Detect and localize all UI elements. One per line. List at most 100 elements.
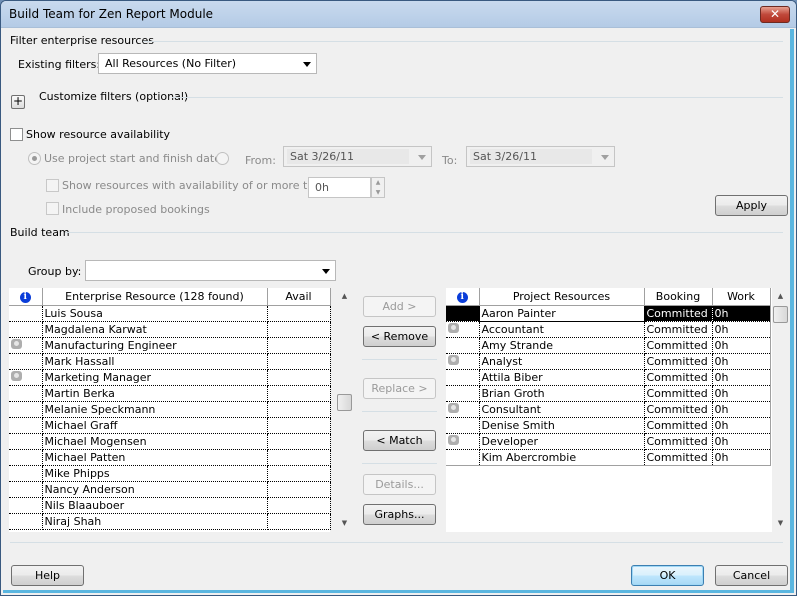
project-resource-row[interactable]: Developer Committed 0h (446, 433, 771, 450)
project-resources-column-header[interactable]: Project Resources (479, 288, 645, 306)
booking-cell[interactable]: Committed (644, 401, 713, 418)
resource-name-cell[interactable]: Mike Phipps (42, 465, 268, 482)
scroll-down-icon[interactable]: ▼ (336, 515, 353, 532)
resource-name-cell[interactable]: Consultant (479, 401, 645, 418)
resource-name-cell[interactable]: Analyst (479, 353, 645, 370)
avail-column-header[interactable]: Avail (267, 288, 331, 306)
remove-button[interactable]: < Remove (363, 326, 436, 347)
scroll-up-icon[interactable]: ▲ (772, 288, 789, 305)
enterprise-resource-row[interactable]: Marketing Manager (9, 369, 331, 386)
resource-name-cell[interactable]: Martin Berka (42, 385, 268, 402)
resource-name-cell[interactable]: Michael Patten (42, 449, 268, 466)
project-resource-row[interactable]: Attila Biber Committed 0h (446, 369, 771, 386)
project-resource-row[interactable]: Denise Smith Committed 0h (446, 417, 771, 434)
apply-button[interactable]: Apply (715, 195, 788, 216)
booking-cell[interactable]: Committed (644, 449, 713, 466)
build-team-dialog: Build Team for Zen Report Module ✕ Filte… (0, 0, 797, 596)
resource-name-cell[interactable]: Manufacturing Engineer (42, 337, 268, 354)
enterprise-resource-row[interactable]: Magdalena Karwat (9, 321, 331, 338)
help-button[interactable]: Help (11, 565, 84, 586)
booking-column-header[interactable]: Booking (644, 288, 713, 306)
project-resource-row[interactable]: Consultant Committed 0h (446, 401, 771, 418)
enterprise-resource-row[interactable]: Martin Berka (9, 385, 331, 402)
enterprise-resource-row[interactable]: Nancy Anderson (9, 481, 331, 498)
customize-filters-expand-button[interactable]: + (11, 95, 25, 109)
resource-name-cell[interactable]: Michael Mogensen (42, 433, 268, 450)
resource-name-cell[interactable]: Brian Groth (479, 385, 645, 402)
from-date-dropdown[interactable]: Sat 3/26/11 (283, 146, 432, 167)
resource-name-cell[interactable]: Marketing Manager (42, 369, 268, 386)
project-grid-scrollbar[interactable]: ▲ ▼ (772, 288, 789, 532)
work-column-header[interactable]: Work (712, 288, 771, 306)
resource-name-cell[interactable]: Accountant (479, 321, 645, 338)
graphs-button[interactable]: Graphs... (363, 504, 436, 525)
resource-name-cell[interactable]: Attila Biber (479, 369, 645, 386)
info-column-header[interactable]: i (446, 288, 480, 306)
enterprise-resource-row[interactable]: Mark Hassall (9, 353, 331, 370)
booking-cell[interactable]: Committed (644, 385, 713, 402)
resource-name-cell[interactable]: Developer (479, 433, 645, 450)
ok-button[interactable]: OK (631, 565, 704, 586)
resource-name-cell[interactable]: Mark Hassall (42, 353, 268, 370)
details-button[interactable]: Details... (363, 474, 436, 495)
enterprise-resource-row[interactable]: Melanie Speckmann (9, 401, 331, 418)
scroll-up-icon[interactable]: ▲ (336, 288, 353, 305)
existing-filters-dropdown[interactable]: All Resources (No Filter) (98, 53, 317, 74)
enterprise-resource-row[interactable]: Mike Phipps (9, 465, 331, 482)
resource-name-cell[interactable]: Michael Graff (42, 417, 268, 434)
enterprise-resource-row[interactable]: Manufacturing Engineer (9, 337, 331, 354)
project-resource-row[interactable]: Aaron Painter Committed 0h (446, 304, 771, 322)
info-column-header[interactable]: i (9, 288, 43, 306)
resource-name-cell[interactable]: Niraj Shah (42, 513, 268, 530)
resource-name-cell[interactable]: Kim Abercrombie (479, 449, 645, 466)
booking-cell[interactable]: Committed (644, 433, 713, 450)
resource-name-cell[interactable]: Aaron Painter (478, 304, 645, 322)
close-button[interactable]: ✕ (760, 6, 790, 23)
resource-name-cell[interactable]: Magdalena Karwat (42, 321, 268, 338)
enterprise-resource-column-header[interactable]: Enterprise Resource (128 found) (42, 288, 268, 306)
enterprise-resource-row[interactable]: Nils Blaauboer (9, 497, 331, 514)
group-by-dropdown[interactable] (85, 260, 336, 281)
resource-name-cell[interactable]: Denise Smith (479, 417, 645, 434)
resource-name-cell[interactable]: Amy Strande (479, 337, 645, 354)
booking-cell[interactable]: Committed (644, 353, 713, 370)
enterprise-resource-row[interactable]: Michael Graff (9, 417, 331, 434)
project-resource-row[interactable]: Amy Strande Committed 0h (446, 337, 771, 354)
project-resource-row[interactable]: Analyst Committed 0h (446, 353, 771, 370)
match-button[interactable]: < Match (363, 430, 436, 451)
add-button[interactable]: Add > (363, 296, 436, 317)
build-team-title: Build team (10, 226, 70, 239)
include-proposed-checkbox[interactable] (46, 202, 59, 215)
project-resource-row[interactable]: Accountant Committed 0h (446, 321, 771, 338)
scroll-down-icon[interactable]: ▼ (772, 515, 789, 532)
date-range-radio[interactable] (216, 152, 229, 165)
min-availability-spinner[interactable]: ▲ ▼ (371, 177, 385, 198)
resource-name-cell[interactable]: Nils Blaauboer (42, 497, 268, 514)
booking-cell[interactable]: Committed (644, 305, 713, 322)
replace-button[interactable]: Replace > (363, 378, 436, 399)
scroll-thumb[interactable] (337, 394, 352, 411)
booking-cell[interactable]: Committed (644, 417, 713, 434)
spin-up-icon[interactable]: ▲ (372, 178, 384, 188)
enterprise-resource-row[interactable]: Michael Mogensen (9, 433, 331, 450)
project-resource-row[interactable]: Kim Abercrombie Committed 0h (446, 449, 771, 466)
resource-name-cell[interactable]: Nancy Anderson (42, 481, 268, 498)
booking-cell[interactable]: Committed (644, 369, 713, 386)
enterprise-resource-row[interactable]: Michael Patten (9, 449, 331, 466)
scroll-thumb[interactable] (773, 306, 788, 323)
booking-cell[interactable]: Committed (644, 337, 713, 354)
enterprise-resource-row[interactable]: Niraj Shah (9, 513, 331, 530)
resource-name-cell[interactable]: Luis Sousa (42, 305, 268, 322)
show-availability-checkbox[interactable] (10, 128, 23, 141)
booking-cell[interactable]: Committed (644, 321, 713, 338)
to-date-dropdown[interactable]: Sat 3/26/11 (466, 146, 615, 167)
spin-down-icon[interactable]: ▼ (372, 188, 384, 198)
cancel-button[interactable]: Cancel (715, 565, 788, 586)
enterprise-grid-scrollbar[interactable]: ▲ ▼ (336, 288, 353, 532)
enterprise-resource-row[interactable]: Luis Sousa (9, 305, 331, 322)
show-min-availability-checkbox[interactable] (46, 179, 59, 192)
min-availability-input[interactable]: 0h (308, 177, 371, 198)
resource-name-cell[interactable]: Melanie Speckmann (42, 401, 268, 418)
use-project-dates-radio[interactable] (28, 152, 41, 165)
project-resource-row[interactable]: Brian Groth Committed 0h (446, 385, 771, 402)
